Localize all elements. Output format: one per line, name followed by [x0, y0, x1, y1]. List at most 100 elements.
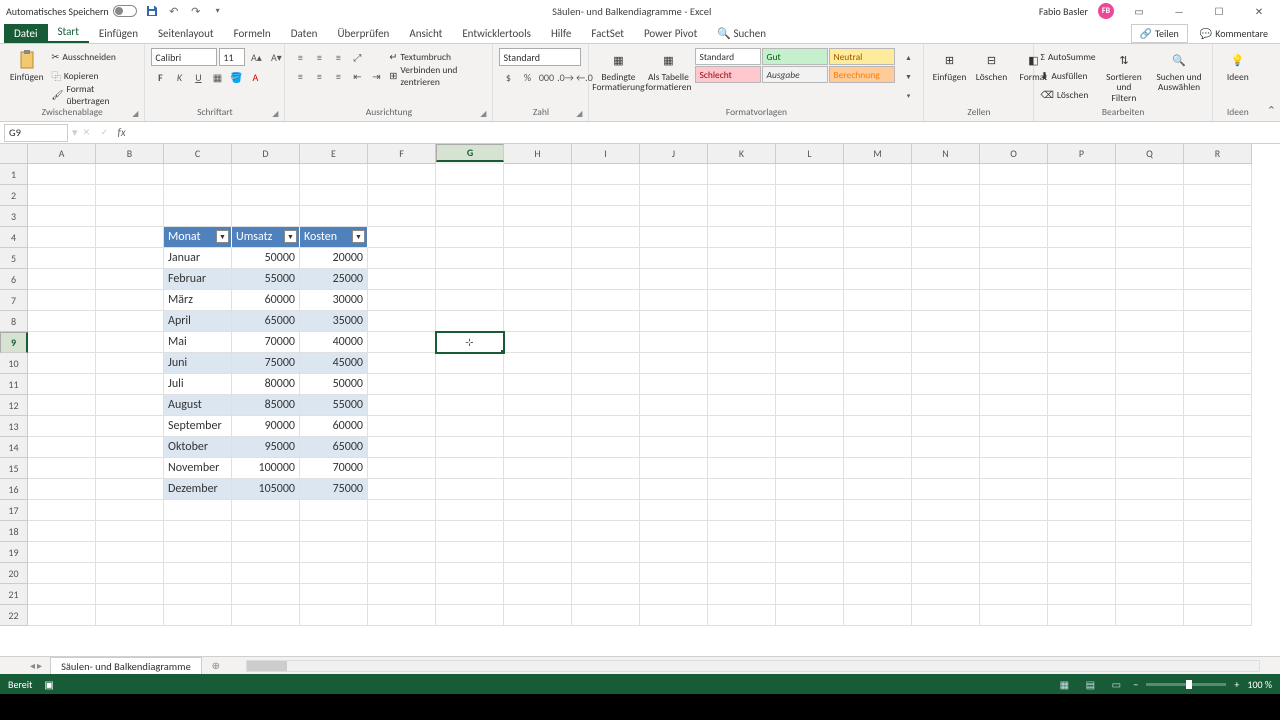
- styles-more-icon[interactable]: ▾: [899, 86, 917, 104]
- cell-K9[interactable]: [708, 332, 776, 353]
- cell-E8[interactable]: 35000: [300, 311, 368, 332]
- cell-I21[interactable]: [572, 584, 640, 605]
- cell-D13[interactable]: 90000: [232, 416, 300, 437]
- cell-E11[interactable]: 50000: [300, 374, 368, 395]
- cell-L21[interactable]: [776, 584, 844, 605]
- cell-O13[interactable]: [980, 416, 1048, 437]
- cell-I14[interactable]: [572, 437, 640, 458]
- cell-F5[interactable]: [368, 248, 436, 269]
- cell-H14[interactable]: [504, 437, 572, 458]
- collapse-ribbon-icon[interactable]: ⌃: [1267, 104, 1276, 117]
- cell-A7[interactable]: [28, 290, 96, 311]
- cell-A21[interactable]: [28, 584, 96, 605]
- cell-C18[interactable]: [164, 521, 232, 542]
- cell-L22[interactable]: [776, 605, 844, 626]
- launcher-icon[interactable]: ◢: [480, 109, 486, 119]
- cell-A14[interactable]: [28, 437, 96, 458]
- cell-R19[interactable]: [1184, 542, 1252, 563]
- fill-color-button[interactable]: 🪣: [227, 68, 245, 86]
- cell-J6[interactable]: [640, 269, 708, 290]
- bold-button[interactable]: F: [151, 68, 169, 86]
- cell-G15[interactable]: [436, 458, 504, 479]
- cell-R14[interactable]: [1184, 437, 1252, 458]
- cell-N15[interactable]: [912, 458, 980, 479]
- formula-input[interactable]: [130, 124, 1280, 142]
- cell-I5[interactable]: [572, 248, 640, 269]
- cell-P9[interactable]: [1048, 332, 1116, 353]
- cell-Q1[interactable]: [1116, 164, 1184, 185]
- cell-B15[interactable]: [96, 458, 164, 479]
- cell-D11[interactable]: 80000: [232, 374, 300, 395]
- cell-E21[interactable]: [300, 584, 368, 605]
- cell-R3[interactable]: [1184, 206, 1252, 227]
- cell-D12[interactable]: 85000: [232, 395, 300, 416]
- cell-M21[interactable]: [844, 584, 912, 605]
- cell-R9[interactable]: [1184, 332, 1252, 353]
- cell-G8[interactable]: [436, 311, 504, 332]
- cell-B4[interactable]: [96, 227, 164, 248]
- align-middle-icon[interactable]: ≡: [310, 48, 328, 66]
- page-break-view-icon[interactable]: ▭: [1107, 677, 1125, 691]
- cell-K20[interactable]: [708, 563, 776, 584]
- number-format-select[interactable]: Standard: [499, 48, 581, 66]
- cell-G21[interactable]: [436, 584, 504, 605]
- cell-P10[interactable]: [1048, 353, 1116, 374]
- column-header-Q[interactable]: Q: [1116, 144, 1184, 164]
- cell-E13[interactable]: 60000: [300, 416, 368, 437]
- cell-M8[interactable]: [844, 311, 912, 332]
- column-header-C[interactable]: C: [164, 144, 232, 164]
- cell-E19[interactable]: [300, 542, 368, 563]
- cell-F16[interactable]: [368, 479, 436, 500]
- comments-button[interactable]: 💬 Kommentare: [1192, 25, 1276, 42]
- cell-I16[interactable]: [572, 479, 640, 500]
- cell-H2[interactable]: [504, 185, 572, 206]
- cell-J16[interactable]: [640, 479, 708, 500]
- cell-I22[interactable]: [572, 605, 640, 626]
- column-header-D[interactable]: D: [232, 144, 300, 164]
- cell-A20[interactable]: [28, 563, 96, 584]
- cell-I7[interactable]: [572, 290, 640, 311]
- cell-H3[interactable]: [504, 206, 572, 227]
- cell-N16[interactable]: [912, 479, 980, 500]
- cell-M5[interactable]: [844, 248, 912, 269]
- cell-Q12[interactable]: [1116, 395, 1184, 416]
- cell-N17[interactable]: [912, 500, 980, 521]
- cell-A5[interactable]: [28, 248, 96, 269]
- cell-O3[interactable]: [980, 206, 1048, 227]
- paste-button[interactable]: Einfügen: [6, 48, 47, 84]
- align-center-icon[interactable]: ≡: [310, 67, 328, 85]
- cell-R17[interactable]: [1184, 500, 1252, 521]
- cell-Q19[interactable]: [1116, 542, 1184, 563]
- cell-D9[interactable]: 70000: [232, 332, 300, 353]
- cell-K7[interactable]: [708, 290, 776, 311]
- percent-icon[interactable]: %: [518, 68, 536, 86]
- cell-L2[interactable]: [776, 185, 844, 206]
- cell-C13[interactable]: September: [164, 416, 232, 437]
- cell-P20[interactable]: [1048, 563, 1116, 584]
- row-header-21[interactable]: 21: [0, 584, 28, 605]
- sheet-nav-next-icon[interactable]: ▸: [37, 659, 42, 672]
- cell-G1[interactable]: [436, 164, 504, 185]
- cell-L19[interactable]: [776, 542, 844, 563]
- cell-J4[interactable]: [640, 227, 708, 248]
- cell-R8[interactable]: [1184, 311, 1252, 332]
- save-icon[interactable]: [145, 4, 159, 18]
- find-select-button[interactable]: 🔍Suchen und Auswählen: [1152, 48, 1206, 95]
- row-header-20[interactable]: 20: [0, 563, 28, 584]
- cell-O2[interactable]: [980, 185, 1048, 206]
- cell-K14[interactable]: [708, 437, 776, 458]
- cell-E15[interactable]: 70000: [300, 458, 368, 479]
- cell-A10[interactable]: [28, 353, 96, 374]
- currency-icon[interactable]: $: [499, 68, 517, 86]
- cell-Q16[interactable]: [1116, 479, 1184, 500]
- cell-E18[interactable]: [300, 521, 368, 542]
- cell-J17[interactable]: [640, 500, 708, 521]
- cell-C11[interactable]: Juli: [164, 374, 232, 395]
- cell-G17[interactable]: [436, 500, 504, 521]
- cell-C20[interactable]: [164, 563, 232, 584]
- search-box[interactable]: 🔍 Suchen: [707, 24, 776, 43]
- cell-D15[interactable]: 100000: [232, 458, 300, 479]
- cell-H7[interactable]: [504, 290, 572, 311]
- cell-J2[interactable]: [640, 185, 708, 206]
- minimize-icon[interactable]: —: [1164, 1, 1194, 21]
